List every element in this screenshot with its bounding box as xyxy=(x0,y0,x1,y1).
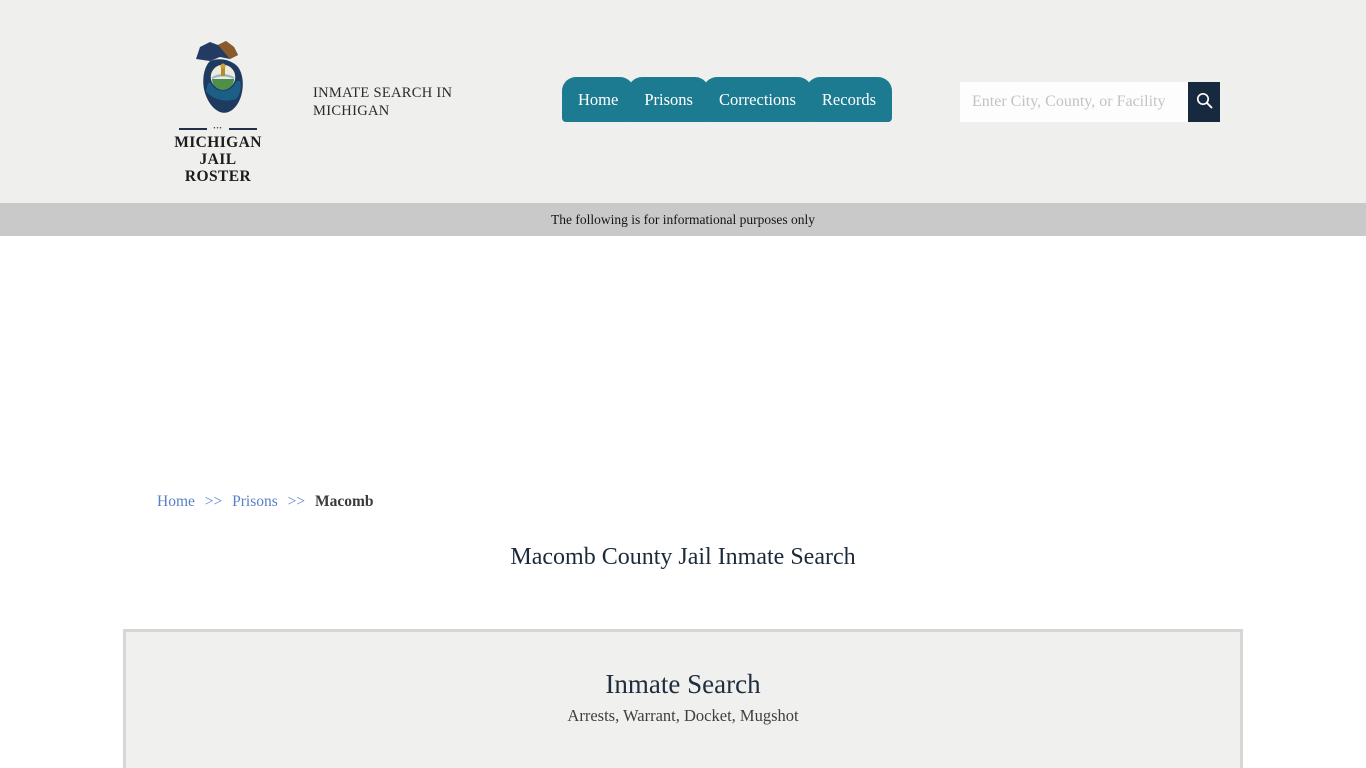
inmate-search-panel: Inmate Search Arrests, Warrant, Docket, … xyxy=(123,629,1243,768)
page-title: Macomb County Jail Inmate Search xyxy=(510,544,856,570)
michigan-state-outline-icon xyxy=(166,33,270,125)
logo-text-line1: MICHIGAN xyxy=(174,134,262,151)
breadcrumb-separator: >> xyxy=(287,493,306,510)
site-header: ••• MICHIGAN JAIL ROSTER INMATE SEARCH I… xyxy=(0,0,1366,203)
panel-title: Inmate Search xyxy=(605,669,761,699)
nav-item-records[interactable]: Records xyxy=(805,77,892,122)
search-icon xyxy=(1196,92,1213,112)
notice-text: The following is for informational purpo… xyxy=(551,211,815,227)
breadcrumb-item-current: Macomb xyxy=(315,493,374,510)
logo-divider: ••• xyxy=(179,126,257,132)
breadcrumb-item-prisons[interactable]: Prisons xyxy=(232,493,278,510)
breadcrumb-item-home[interactable]: Home xyxy=(157,493,195,510)
informational-notice-bar: The following is for informational purpo… xyxy=(0,203,1366,236)
nav-item-corrections[interactable]: Corrections xyxy=(702,77,812,122)
site-tagline: INMATE SEARCH IN MICHIGAN xyxy=(313,85,453,119)
header-search-button[interactable] xyxy=(1188,82,1220,122)
nav-item-prisons[interactable]: Prisons xyxy=(628,77,709,122)
header-search xyxy=(960,82,1220,122)
logo-text-line2: JAIL ROSTER xyxy=(184,151,252,185)
panel-subtitle: Arrests, Warrant, Docket, Mugshot xyxy=(567,706,799,725)
site-logo[interactable]: ••• MICHIGAN JAIL ROSTER xyxy=(166,33,270,185)
header-search-input[interactable] xyxy=(960,82,1188,122)
main-navigation: Home Prisons Corrections Records xyxy=(562,77,892,122)
nav-item-home[interactable]: Home xyxy=(562,77,635,122)
logo-dots-icon: ••• xyxy=(213,126,223,132)
breadcrumb: Home >> Prisons >> Macomb xyxy=(157,493,374,511)
breadcrumb-separator: >> xyxy=(204,493,223,510)
